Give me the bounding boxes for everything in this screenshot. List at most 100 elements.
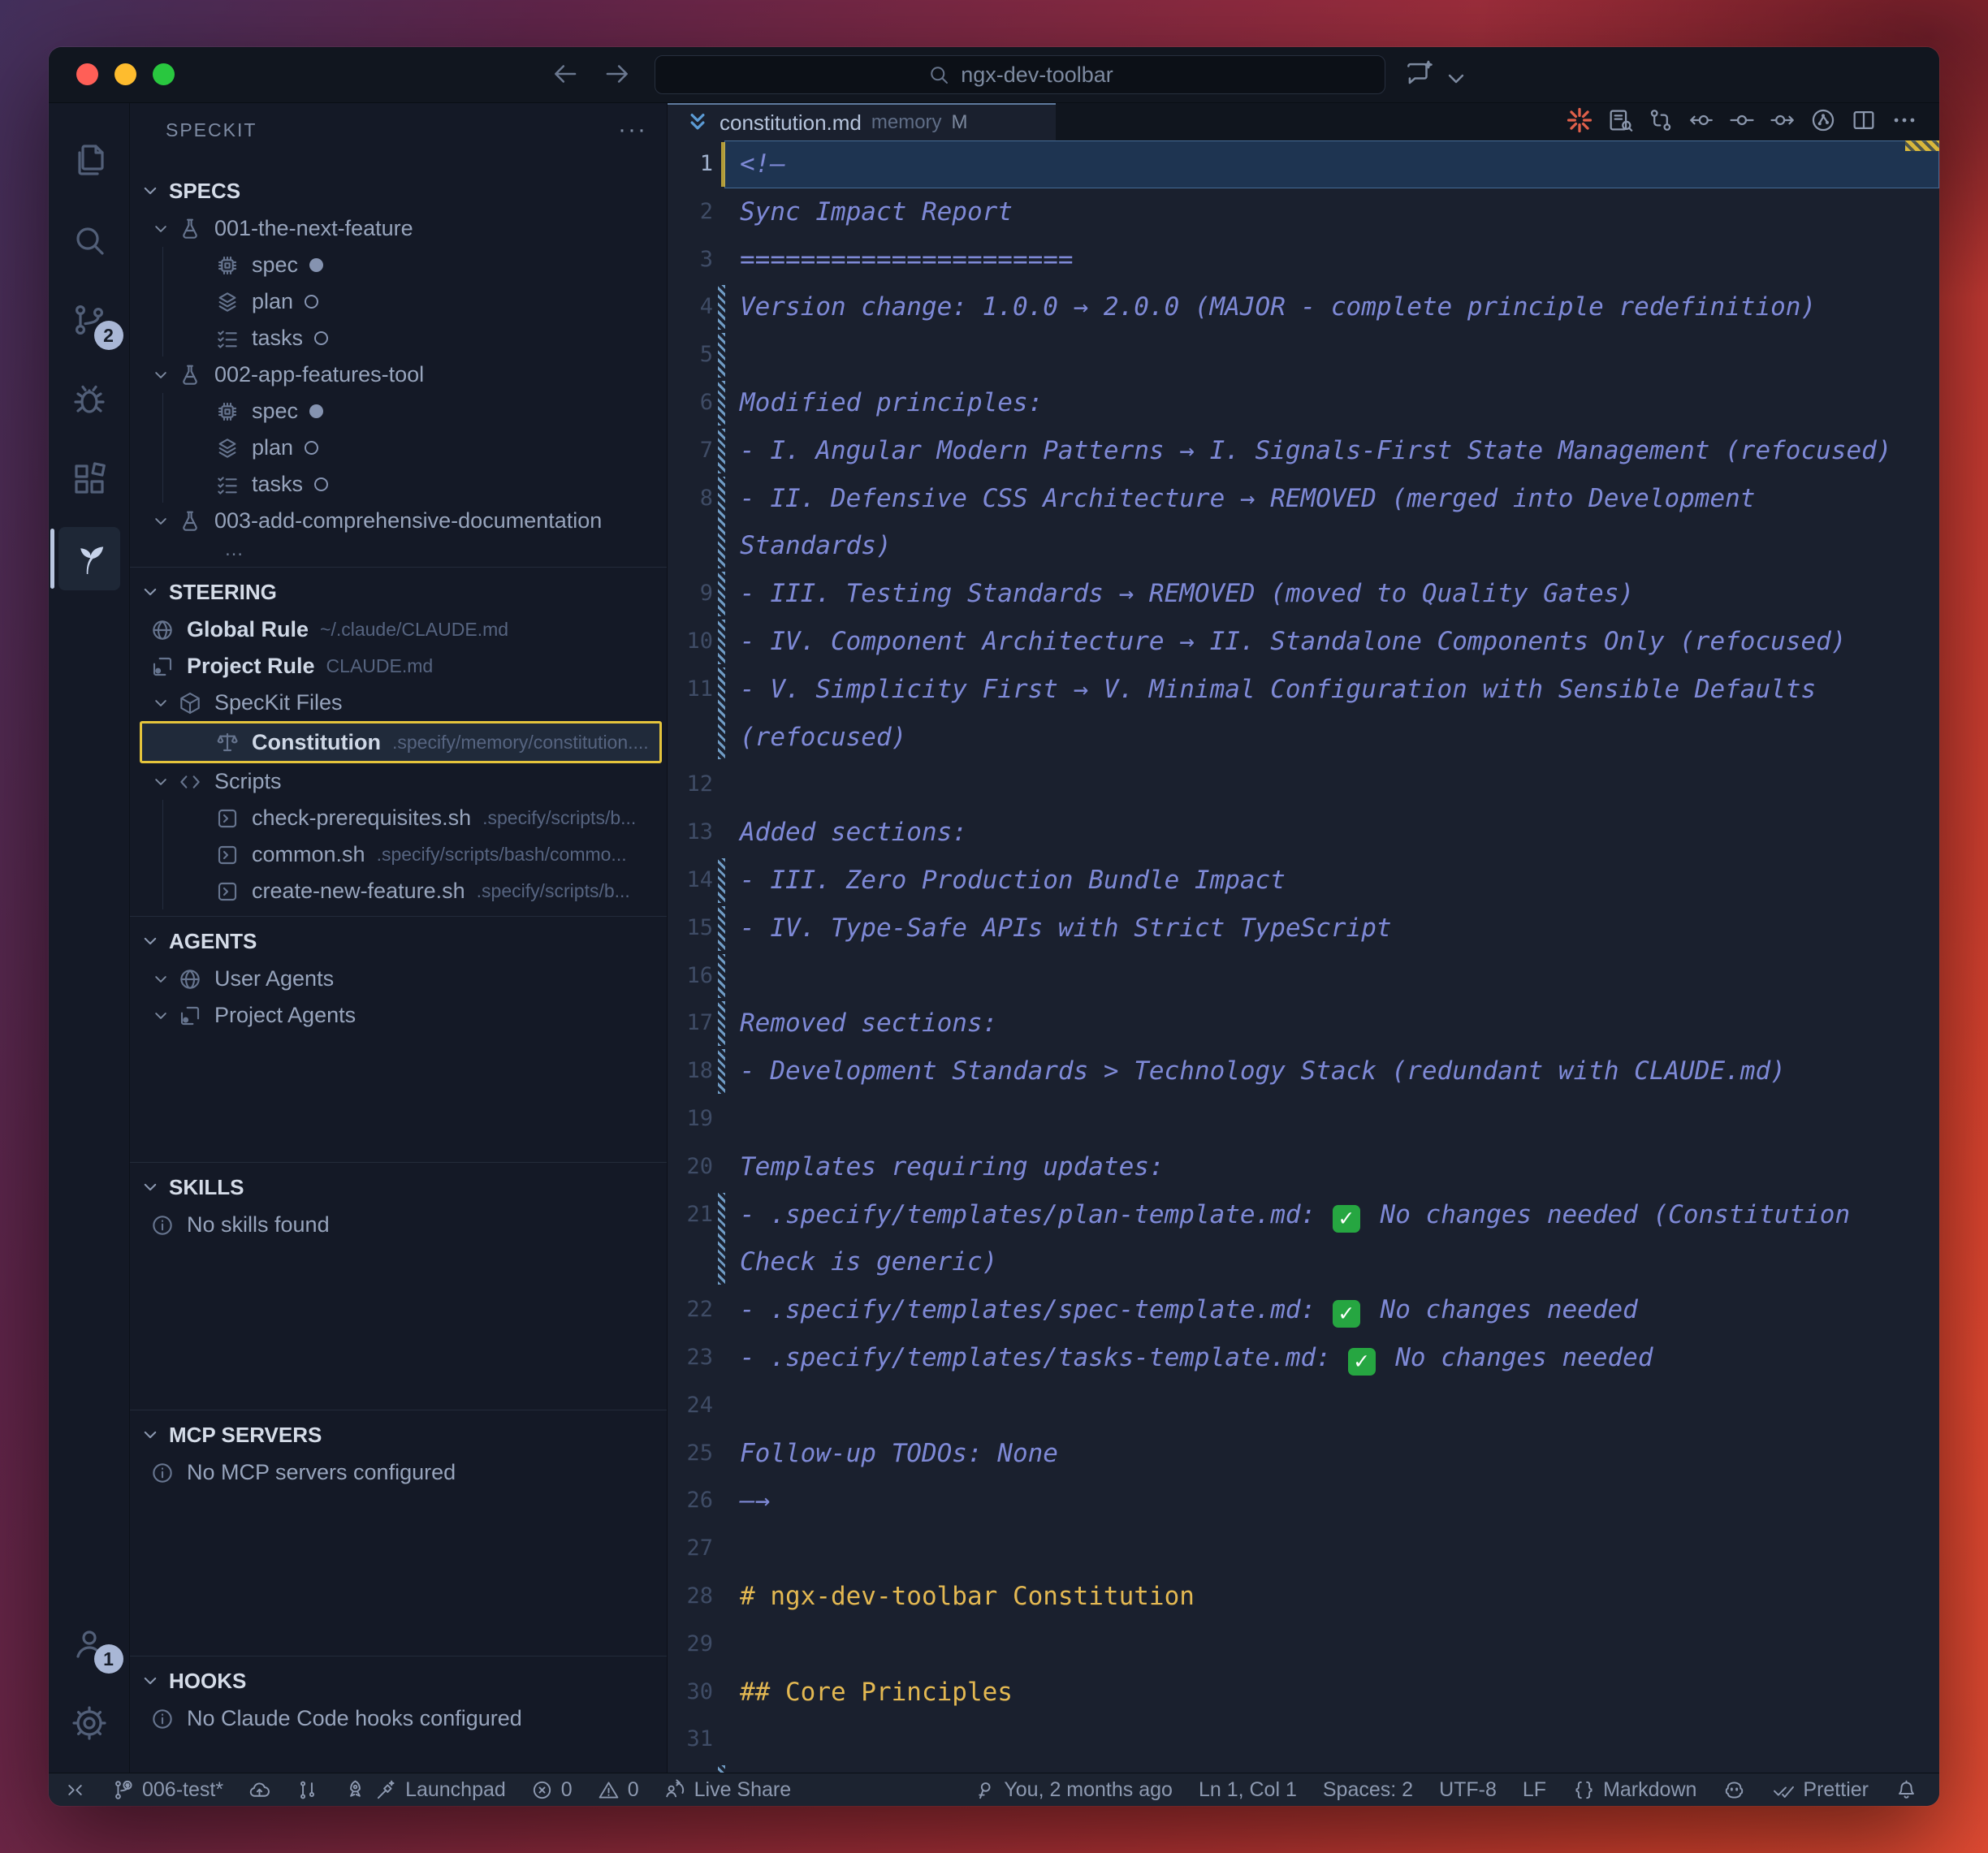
files-activity-item[interactable] (49, 121, 130, 201)
gear-activity-item[interactable] (49, 1683, 130, 1763)
extensions-activity-item[interactable] (49, 439, 130, 519)
editor-line-18[interactable]: 18- Development Standards > Technology S… (668, 1047, 1939, 1095)
tree-item-no-mcp-servers-configured[interactable]: No MCP servers configured (130, 1454, 667, 1491)
more-actions-icon[interactable] (1891, 106, 1918, 138)
status-item-live-share[interactable]: Live Share (663, 1778, 792, 1802)
editor-line-5[interactable]: 5 (668, 331, 1939, 379)
tree-item-plan[interactable]: plan (130, 430, 667, 466)
tree-item-speckit-files[interactable]: SpecKit Files (130, 685, 667, 721)
sprout-activity-item[interactable] (49, 519, 130, 598)
editor-line-1[interactable]: 1<!— (668, 140, 1939, 188)
tree-item-no-skills-found[interactable]: No skills found (130, 1207, 667, 1243)
editor-line-15[interactable]: 15- IV. Type-Safe APIs with Strict TypeS… (668, 905, 1939, 952)
editor-line-2[interactable]: 2Sync Impact Report (668, 188, 1939, 236)
tree-item-003-add-comprehensive-documentation[interactable]: 003-add-comprehensive-documentation (130, 503, 667, 539)
tree-item-tasks[interactable]: tasks (130, 466, 667, 503)
split-editor-icon[interactable] (1850, 106, 1878, 138)
tree-item-spec[interactable]: spec (130, 247, 667, 283)
tree-item-create-new-feature-sh[interactable]: create-new-feature.sh.specify/scripts/b.… (130, 873, 667, 909)
maximize-window-button[interactable] (153, 63, 175, 85)
status-item-0[interactable]: 0 (597, 1778, 639, 1802)
editor-line-32[interactable]: 32### I. Signals-First State Management (668, 1764, 1939, 1773)
editor-line-30[interactable]: 30## Core Principles (668, 1669, 1939, 1717)
editor-line-19[interactable]: 19 (668, 1095, 1939, 1143)
git-compare-icon[interactable] (1647, 106, 1675, 138)
editor-line-14[interactable]: 14- III. Zero Production Bundle Impact (668, 857, 1939, 905)
editor-line-8[interactable]: 8- II. Defensive CSS Architecture → REMO… (668, 475, 1939, 571)
editor-line-20[interactable]: 20Templates requiring updates: (668, 1143, 1939, 1191)
tree-item-common-sh[interactable]: common.sh.specify/scripts/bash/commo... (130, 836, 667, 873)
status-item-robot[interactable] (1722, 1778, 1746, 1802)
editor-line-23[interactable]: 23- .specify/templates/tasks-template.md… (668, 1334, 1939, 1382)
timeline-icon[interactable] (1809, 106, 1837, 138)
section-header[interactable]: STEERING (130, 572, 667, 611)
previous-change-icon[interactable] (1688, 106, 1715, 138)
bug-activity-item[interactable] (49, 360, 130, 439)
tree-item-plan[interactable]: plan (130, 283, 667, 320)
section-header[interactable]: SPECS (130, 171, 667, 210)
tree-item-tasks[interactable]: tasks (130, 320, 667, 356)
tree-item-scripts[interactable]: Scripts (130, 763, 667, 800)
status-item-bell[interactable] (1895, 1778, 1918, 1802)
tree-item-spec[interactable]: spec (130, 393, 667, 430)
section-header[interactable]: HOOKS (130, 1661, 667, 1700)
status-item-launchpad[interactable]: Launchpad (344, 1778, 506, 1802)
editor-line-7[interactable]: 7- I. Angular Modern Patterns → I. Signa… (668, 427, 1939, 475)
status-item-graph-lines[interactable] (296, 1778, 319, 1802)
editor-line-27[interactable]: 27 (668, 1525, 1939, 1573)
search-activity-item[interactable] (49, 201, 130, 280)
status-item-you-2-months-ago[interactable]: You, 2 months ago (973, 1778, 1173, 1802)
status-item-lf[interactable]: LF (1523, 1778, 1546, 1802)
editor-line-21[interactable]: 21- .specify/templates/plan-template.md:… (668, 1191, 1939, 1287)
close-window-button[interactable] (76, 63, 98, 85)
editor-line-10[interactable]: 10- IV. Component Architecture → II. Sta… (668, 618, 1939, 666)
tree-more-indicator[interactable]: … (130, 539, 667, 560)
tree-item-check-prerequisites-sh[interactable]: check-prerequisites.sh.specify/scripts/b… (130, 800, 667, 836)
editor-line-28[interactable]: 28# ngx-dev-toolbar Constitution (668, 1573, 1939, 1621)
tree-item-constitution[interactable]: Constitution.specify/memory/constitution… (140, 721, 662, 763)
tab-constitution[interactable]: constitution.md memory M (668, 103, 1056, 140)
editor-line-24[interactable]: 24 (668, 1382, 1939, 1430)
chevron-down-icon[interactable] (1441, 63, 1462, 84)
section-header[interactable]: AGENTS (130, 922, 667, 961)
status-item-spaces-2[interactable]: Spaces: 2 (1323, 1778, 1413, 1802)
editor-line-3[interactable]: 3====================== (668, 236, 1939, 284)
section-header[interactable]: MCP SERVERS (130, 1415, 667, 1454)
status-item-006-test-[interactable]: 006-test* (111, 1778, 223, 1802)
status-item-remote[interactable] (63, 1778, 87, 1802)
editor-line-9[interactable]: 9- III. Testing Standards → REMOVED (mov… (668, 570, 1939, 618)
status-item-ln-1-col-1[interactable]: Ln 1, Col 1 (1199, 1778, 1297, 1802)
tree-item-user-agents[interactable]: User Agents (130, 961, 667, 997)
section-header[interactable]: SKILLS (130, 1168, 667, 1207)
editor-line-17[interactable]: 17Removed sections: (668, 1000, 1939, 1047)
editor-line-31[interactable]: 31 (668, 1716, 1939, 1764)
editor-line-13[interactable]: 13Added sections: (668, 809, 1939, 857)
editor[interactable]: 1<!—2Sync Impact Report3================… (668, 140, 1939, 1773)
minimize-window-button[interactable] (115, 63, 136, 85)
editor-line-22[interactable]: 22- .specify/templates/spec-template.md:… (668, 1286, 1939, 1334)
tree-item-project-agents[interactable]: Project Agents (130, 997, 667, 1034)
editor-line-26[interactable]: 26—→ (668, 1477, 1939, 1525)
claude-starburst-icon[interactable] (1566, 106, 1593, 138)
status-item-prettier[interactable]: Prettier (1772, 1778, 1869, 1802)
tree-item-002-app-features-tool[interactable]: 002-app-features-tool (130, 356, 667, 393)
status-item-utf-8[interactable]: UTF-8 (1439, 1778, 1497, 1802)
open-preview-icon[interactable] (1606, 106, 1634, 138)
panel-more-icon[interactable]: ··· (618, 126, 647, 134)
tree-item-global-rule[interactable]: Global Rule~/.claude/CLAUDE.md (130, 611, 667, 648)
tree-item-project-rule[interactable]: Project RuleCLAUDE.md (130, 648, 667, 685)
tree-item-001-the-next-feature[interactable]: 001-the-next-feature (130, 210, 667, 247)
command-center-search[interactable]: ngx-dev-toolbar (655, 55, 1385, 94)
status-item-markdown[interactable]: Markdown (1572, 1778, 1696, 1802)
back-icon[interactable] (551, 58, 581, 89)
editor-line-11[interactable]: 11- V. Simplicity First → V. Minimal Con… (668, 666, 1939, 762)
account-activity-item[interactable]: 1 (49, 1604, 130, 1683)
status-item-cloud-up[interactable] (248, 1778, 271, 1802)
editor-line-6[interactable]: 6Modified principles: (668, 379, 1939, 427)
editor-line-29[interactable]: 29 (668, 1621, 1939, 1669)
status-item-0[interactable]: 0 (530, 1778, 573, 1802)
editor-line-12[interactable]: 12 (668, 761, 1939, 809)
editor-line-16[interactable]: 16 (668, 952, 1939, 1000)
next-change-icon[interactable] (1769, 106, 1796, 138)
commit-icon[interactable] (1728, 106, 1756, 138)
